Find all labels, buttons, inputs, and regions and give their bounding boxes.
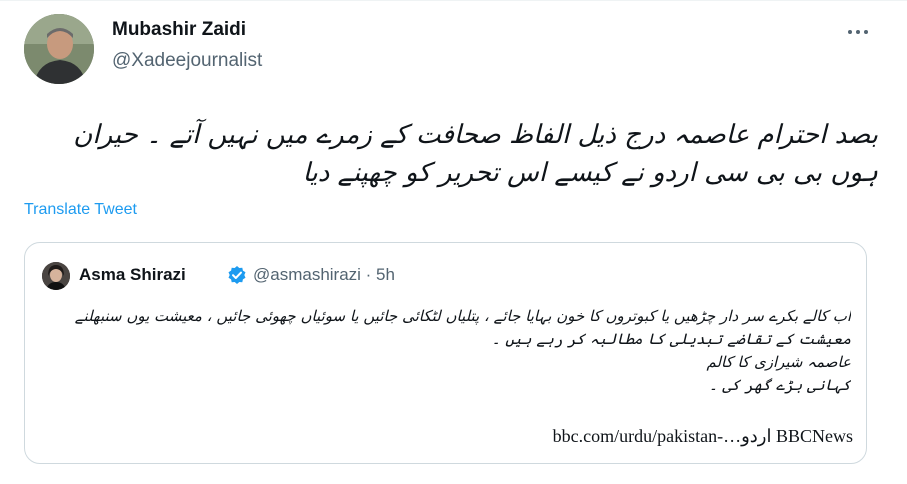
quoted-handle-time[interactable]: @asmashirazi · 5h [253, 265, 395, 285]
verified-badge-icon [227, 265, 247, 285]
more-options-button[interactable] [846, 24, 870, 40]
quoted-author-name[interactable]: Asma Shirazi [79, 265, 186, 285]
quoted-author-avatar[interactable] [42, 262, 70, 290]
quoted-tweet-text: اب کالے بکرے سر دار چڑھیں یا کبوتروں کا … [71, 305, 851, 397]
quoted-text-line: کہانی بڑے گھر کی ۔ [708, 376, 851, 394]
author-handle[interactable]: @Xadeejournalist [112, 50, 262, 72]
author-name[interactable]: Mubashir Zaidi [112, 19, 246, 41]
quoted-link[interactable]: bbc.com/urdu/pakistan-…اردو BBCNews [65, 426, 853, 447]
translate-tweet-link[interactable]: Translate Tweet [24, 201, 137, 219]
quoted-text-line: اب کالے بکرے سر دار چڑھیں یا کبوتروں کا … [71, 307, 851, 325]
tweet-text: بصد احترام عاصمہ درج ذیل الفاظ صحافت کے … [73, 120, 878, 188]
quoted-tweet[interactable]: Asma Shirazi @asmashirazi · 5h اب کالے ب… [24, 242, 867, 464]
top-divider [0, 0, 907, 1]
quoted-text-line: عاصمہ شیرازی کا کالم [706, 353, 851, 371]
author-avatar[interactable] [24, 14, 94, 84]
more-horizontal-icon [848, 30, 868, 34]
quoted-text-line: معیشت کے تقاضے تبدیلی کا مطالبہ کر رہے ہ… [491, 330, 851, 348]
